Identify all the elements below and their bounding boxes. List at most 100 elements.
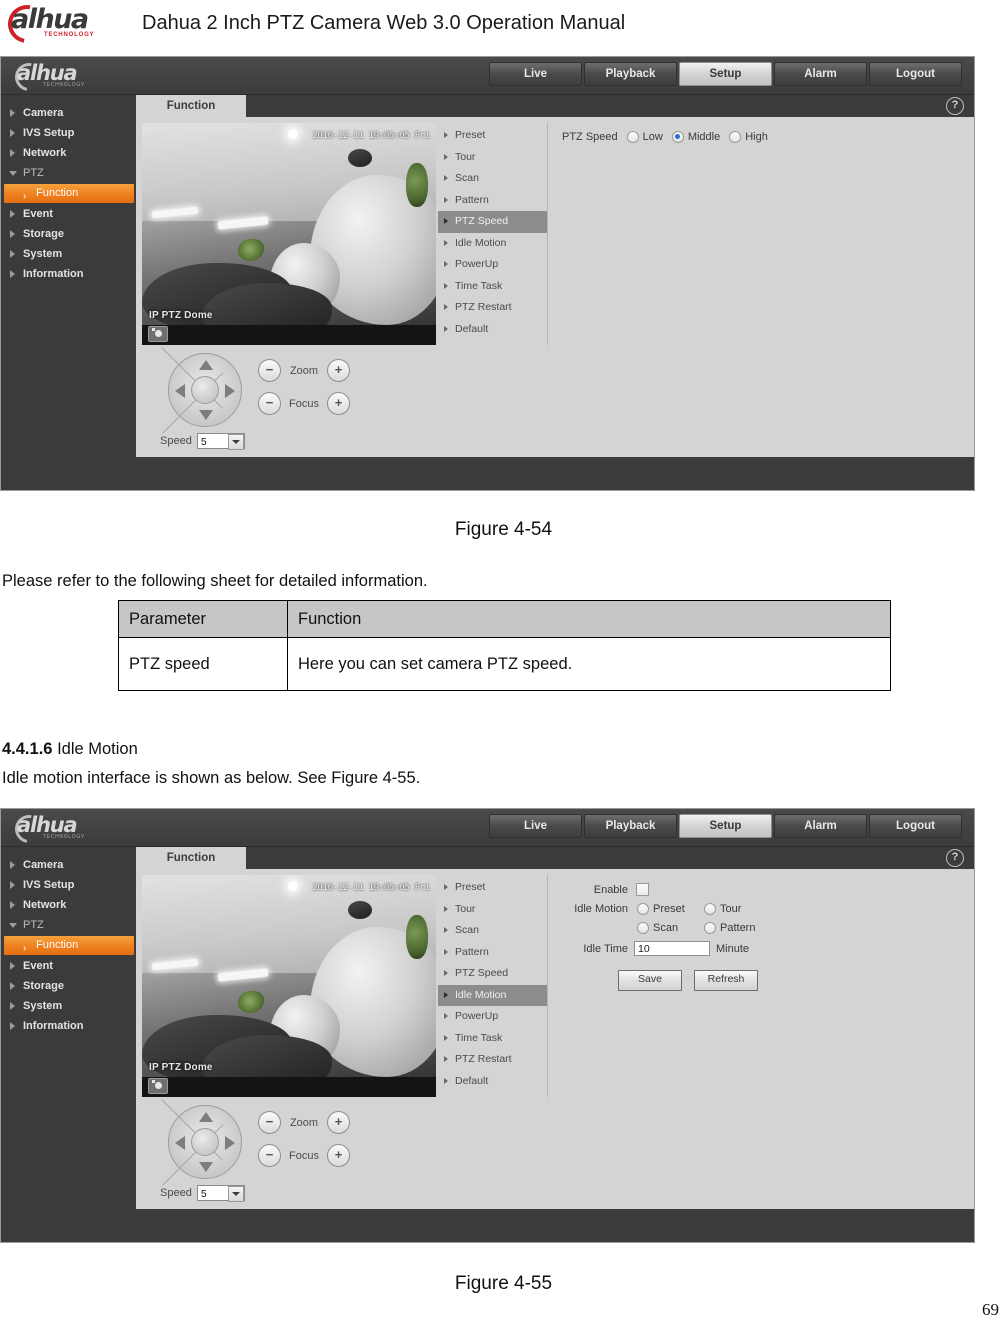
refresh-button[interactable]: Refresh bbox=[694, 970, 758, 991]
speed-select[interactable]: 5 bbox=[196, 1185, 245, 1202]
tab-function[interactable]: Function bbox=[136, 95, 246, 117]
zoom-in-button[interactable]: + bbox=[327, 1111, 350, 1134]
radio-tour[interactable] bbox=[704, 903, 716, 915]
sidebar-item-ptz[interactable]: PTZ bbox=[1, 915, 136, 935]
sidebar-item-information[interactable]: Information bbox=[1, 264, 136, 284]
function-menu-item-scan[interactable]: Scan bbox=[438, 920, 547, 942]
sidebar-item-network[interactable]: Network bbox=[1, 895, 136, 915]
zoom-out-button[interactable]: − bbox=[258, 1111, 281, 1134]
nav-live[interactable]: Live bbox=[489, 62, 582, 86]
function-menu-item-tour[interactable]: Tour bbox=[438, 899, 547, 921]
video-preview[interactable]: 2016-12-11 19:05:05 Fri IP PTZ Dome bbox=[142, 875, 436, 1097]
chevron-right-icon bbox=[10, 270, 15, 278]
function-menu-item-default[interactable]: Default bbox=[438, 1071, 547, 1093]
arrow-right-icon[interactable] bbox=[225, 1136, 235, 1150]
zoom-out-button[interactable]: − bbox=[258, 359, 281, 382]
focus-near-button[interactable]: − bbox=[258, 1144, 281, 1167]
nav-alarm[interactable]: Alarm bbox=[774, 62, 867, 86]
focus-far-button[interactable]: + bbox=[327, 392, 350, 415]
radio-high[interactable] bbox=[729, 131, 742, 143]
chevron-down-icon[interactable] bbox=[227, 1186, 244, 1202]
chevron-right-icon bbox=[444, 132, 448, 138]
nav-setup[interactable]: Setup bbox=[679, 814, 772, 838]
arrow-right-icon[interactable] bbox=[225, 384, 235, 398]
idle-time-input[interactable]: 10 bbox=[634, 941, 710, 956]
video-preview[interactable]: 2016-12-11 19:05:05 Fri IP PTZ Dome bbox=[142, 123, 436, 345]
arrow-up-icon[interactable] bbox=[199, 1112, 213, 1122]
sidebar-item-event[interactable]: Event bbox=[1, 956, 136, 976]
function-menu-item-pattern[interactable]: Pattern bbox=[438, 942, 547, 964]
arrow-down-icon[interactable] bbox=[199, 1162, 213, 1172]
sidebar-item-camera[interactable]: Camera bbox=[1, 103, 136, 123]
radio-scan[interactable] bbox=[637, 922, 649, 934]
sidebar-item-storage[interactable]: Storage bbox=[1, 224, 136, 244]
help-icon[interactable]: ? bbox=[946, 849, 964, 867]
function-menu-item-preset[interactable]: Preset bbox=[438, 125, 547, 147]
nav-live[interactable]: Live bbox=[489, 814, 582, 838]
radio-middle[interactable] bbox=[671, 131, 684, 143]
arrow-up-icon[interactable] bbox=[199, 360, 213, 370]
enable-checkbox[interactable] bbox=[636, 883, 649, 896]
chevron-down-icon[interactable] bbox=[227, 434, 244, 450]
sidebar-item-system[interactable]: System bbox=[1, 244, 136, 264]
function-menu-item-preset[interactable]: Preset bbox=[438, 877, 547, 899]
nav-alarm[interactable]: Alarm bbox=[774, 814, 867, 838]
arrow-down-icon[interactable] bbox=[199, 410, 213, 420]
ptz-direction-pad[interactable] bbox=[168, 353, 242, 427]
focus-far-button[interactable]: + bbox=[327, 1144, 350, 1167]
function-menu-item-ptz-speed[interactable]: PTZ Speed bbox=[438, 211, 547, 233]
sidebar-item-ivs-setup[interactable]: IVS Setup bbox=[1, 875, 136, 895]
sidebar-item-function[interactable]: › Function bbox=[4, 184, 134, 203]
function-menu-item-idle-motion[interactable]: Idle Motion bbox=[438, 233, 547, 255]
sidebar-item-network[interactable]: Network bbox=[1, 143, 136, 163]
function-menu-item-powerup[interactable]: PowerUp bbox=[438, 1006, 547, 1028]
sidebar-item-function[interactable]: › Function bbox=[4, 936, 134, 955]
function-menu-item-ptz-restart[interactable]: PTZ Restart bbox=[438, 1049, 547, 1071]
function-menu-item-time-task[interactable]: Time Task bbox=[438, 276, 547, 298]
help-icon[interactable]: ? bbox=[946, 97, 964, 115]
radio-preset[interactable] bbox=[637, 903, 649, 915]
function-menu-item-scan[interactable]: Scan bbox=[438, 168, 547, 190]
ptz-center-button[interactable] bbox=[191, 1128, 219, 1156]
video-toolbar bbox=[142, 1077, 436, 1097]
sidebar-item-label: Event bbox=[23, 960, 53, 972]
ptz-speed-settings: PTZ Speed Low Middle High bbox=[548, 123, 974, 345]
nav-playback[interactable]: Playback bbox=[584, 62, 677, 86]
sidebar-item-storage[interactable]: Storage bbox=[1, 976, 136, 996]
video-object bbox=[348, 901, 372, 919]
nav-logout[interactable]: Logout bbox=[869, 814, 962, 838]
nav-logout[interactable]: Logout bbox=[869, 62, 962, 86]
nav-setup[interactable]: Setup bbox=[679, 62, 772, 86]
function-menu-item-ptz-speed[interactable]: PTZ Speed bbox=[438, 963, 547, 985]
nav-playback[interactable]: Playback bbox=[584, 814, 677, 838]
zoom-in-button[interactable]: + bbox=[327, 359, 350, 382]
function-menu-item-time-task[interactable]: Time Task bbox=[438, 1028, 547, 1050]
sidebar-item-ptz[interactable]: PTZ bbox=[1, 163, 136, 183]
tab-function[interactable]: Function bbox=[136, 847, 246, 869]
function-menu-item-pattern[interactable]: Pattern bbox=[438, 190, 547, 212]
function-menu-item-ptz-restart[interactable]: PTZ Restart bbox=[438, 297, 547, 319]
speed-select[interactable]: 5 bbox=[196, 433, 245, 450]
function-menu-item-tour[interactable]: Tour bbox=[438, 147, 547, 169]
ptz-center-button[interactable] bbox=[191, 376, 219, 404]
function-menu-item-default[interactable]: Default bbox=[438, 319, 547, 341]
arrow-left-icon[interactable] bbox=[175, 1136, 185, 1150]
arrow-left-icon[interactable] bbox=[175, 384, 185, 398]
section-heading: 4.4.1.6 Idle Motion bbox=[2, 740, 138, 759]
sidebar-item-system[interactable]: System bbox=[1, 996, 136, 1016]
sidebar-item-ivs-setup[interactable]: IVS Setup bbox=[1, 123, 136, 143]
radio-pattern[interactable] bbox=[704, 922, 716, 934]
focus-near-button[interactable]: − bbox=[258, 392, 281, 415]
snapshot-icon[interactable] bbox=[148, 326, 168, 342]
function-menu-item-powerup[interactable]: PowerUp bbox=[438, 254, 547, 276]
focus-label: Focus bbox=[289, 1149, 319, 1162]
snapshot-icon[interactable] bbox=[148, 1078, 168, 1094]
save-button[interactable]: Save bbox=[618, 970, 682, 991]
radio-low[interactable] bbox=[626, 131, 639, 143]
function-menu-item-idle-motion[interactable]: Idle Motion bbox=[438, 984, 547, 1006]
sidebar-item-information[interactable]: Information bbox=[1, 1016, 136, 1036]
sidebar-item-event[interactable]: Event bbox=[1, 204, 136, 224]
ptz-direction-pad[interactable] bbox=[168, 1105, 242, 1179]
sidebar-item-camera[interactable]: Camera bbox=[1, 855, 136, 875]
function-panel: 2016-12-11 19:05:05 Fri IP PTZ Dome Pres… bbox=[136, 117, 974, 457]
